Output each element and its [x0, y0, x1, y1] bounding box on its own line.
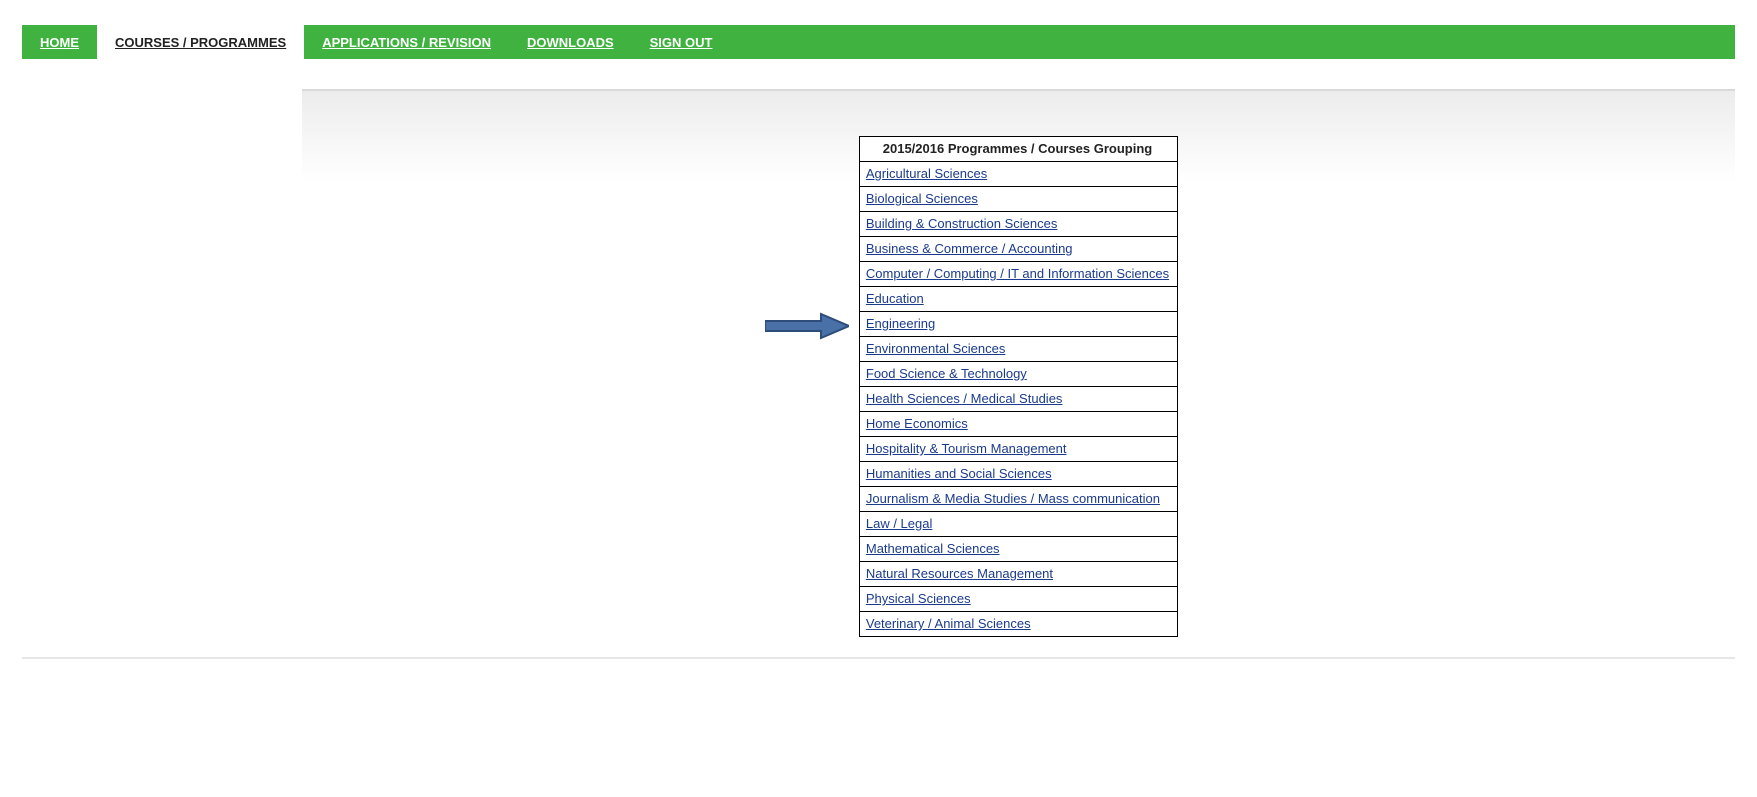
footer-divider: [22, 657, 1735, 659]
table-cell: Environmental Sciences: [859, 337, 1177, 362]
table-row: Natural Resources Management: [859, 562, 1177, 587]
table-row: Business & Commerce / Accounting: [859, 237, 1177, 262]
top-navbar: HOMECOURSES / PROGRAMMESAPPLICATIONS / R…: [22, 25, 1735, 59]
content-band: 2015/2016 Programmes / Courses Grouping …: [302, 89, 1735, 637]
table-cell: Humanities and Social Sciences: [859, 462, 1177, 487]
table-cell: Natural Resources Management: [859, 562, 1177, 587]
table-cell: Mathematical Sciences: [859, 537, 1177, 562]
programme-link[interactable]: Engineering: [866, 316, 935, 331]
table-cell: Business & Commerce / Accounting: [859, 237, 1177, 262]
programme-link[interactable]: Building & Construction Sciences: [866, 216, 1058, 231]
programme-link[interactable]: Agricultural Sciences: [866, 166, 987, 181]
table-row: Education: [859, 287, 1177, 312]
table-row: Environmental Sciences: [859, 337, 1177, 362]
table-cell: Health Sciences / Medical Studies: [859, 387, 1177, 412]
programme-link[interactable]: Law / Legal: [866, 516, 933, 531]
programme-link[interactable]: Environmental Sciences: [866, 341, 1005, 356]
programme-link[interactable]: Computer / Computing / IT and Informatio…: [866, 266, 1169, 281]
table-row: Physical Sciences: [859, 587, 1177, 612]
table-row: Hospitality & Tourism Management: [859, 437, 1177, 462]
table-cell: Home Economics: [859, 412, 1177, 437]
programme-link[interactable]: Business & Commerce / Accounting: [866, 241, 1073, 256]
nav-sign-out[interactable]: SIGN OUT: [632, 25, 731, 59]
programme-link[interactable]: Hospitality & Tourism Management: [866, 441, 1067, 456]
table-row: Biological Sciences: [859, 187, 1177, 212]
nav-applications-revision[interactable]: APPLICATIONS / REVISION: [304, 25, 509, 59]
table-row: Agricultural Sciences: [859, 162, 1177, 187]
programme-link[interactable]: Humanities and Social Sciences: [866, 466, 1052, 481]
programme-link[interactable]: Food Science & Technology: [866, 366, 1027, 381]
table-row: Veterinary / Animal Sciences: [859, 612, 1177, 637]
table-cell: Building & Construction Sciences: [859, 212, 1177, 237]
table-cell: Engineering: [859, 312, 1177, 337]
programme-link[interactable]: Biological Sciences: [866, 191, 978, 206]
programme-link[interactable]: Home Economics: [866, 416, 968, 431]
table-cell: Hospitality & Tourism Management: [859, 437, 1177, 462]
table-cell: Veterinary / Animal Sciences: [859, 612, 1177, 637]
table-cell: Physical Sciences: [859, 587, 1177, 612]
table-row: Law / Legal: [859, 512, 1177, 537]
nav-home[interactable]: HOME: [22, 25, 97, 59]
programme-link[interactable]: Physical Sciences: [866, 591, 971, 606]
programmes-table: 2015/2016 Programmes / Courses Grouping …: [859, 136, 1178, 637]
nav-filler: [730, 25, 1735, 59]
table-row: Building & Construction Sciences: [859, 212, 1177, 237]
content-area: 2015/2016 Programmes / Courses Grouping …: [22, 89, 1735, 637]
table-row: Home Economics: [859, 412, 1177, 437]
pointer-arrow: [765, 312, 849, 340]
table-row: Engineering: [859, 312, 1177, 337]
table-cell: Education: [859, 287, 1177, 312]
arrow-icon: [765, 314, 849, 338]
table-cell: Journalism & Media Studies / Mass commun…: [859, 487, 1177, 512]
nav-downloads[interactable]: DOWNLOADS: [509, 25, 632, 59]
programme-link[interactable]: Health Sciences / Medical Studies: [866, 391, 1063, 406]
table-cell: Law / Legal: [859, 512, 1177, 537]
table-row: Mathematical Sciences: [859, 537, 1177, 562]
programme-link[interactable]: Journalism & Media Studies / Mass commun…: [866, 491, 1160, 506]
programme-link[interactable]: Natural Resources Management: [866, 566, 1053, 581]
table-cell: Food Science & Technology: [859, 362, 1177, 387]
programmes-table-heading: 2015/2016 Programmes / Courses Grouping: [859, 137, 1177, 162]
table-cell: Agricultural Sciences: [859, 162, 1177, 187]
table-row: Humanities and Social Sciences: [859, 462, 1177, 487]
table-cell: Biological Sciences: [859, 187, 1177, 212]
table-row: Computer / Computing / IT and Informatio…: [859, 262, 1177, 287]
table-row: Health Sciences / Medical Studies: [859, 387, 1177, 412]
nav-courses-programmes[interactable]: COURSES / PROGRAMMES: [97, 25, 304, 59]
programmes-table-body: Agricultural Sciences Biological Science…: [859, 162, 1177, 637]
programme-link[interactable]: Veterinary / Animal Sciences: [866, 616, 1031, 631]
table-row: Food Science & Technology: [859, 362, 1177, 387]
programme-link[interactable]: Mathematical Sciences: [866, 541, 1000, 556]
table-row: Journalism & Media Studies / Mass commun…: [859, 487, 1177, 512]
programme-link[interactable]: Education: [866, 291, 924, 306]
table-cell: Computer / Computing / IT and Informatio…: [859, 262, 1177, 287]
